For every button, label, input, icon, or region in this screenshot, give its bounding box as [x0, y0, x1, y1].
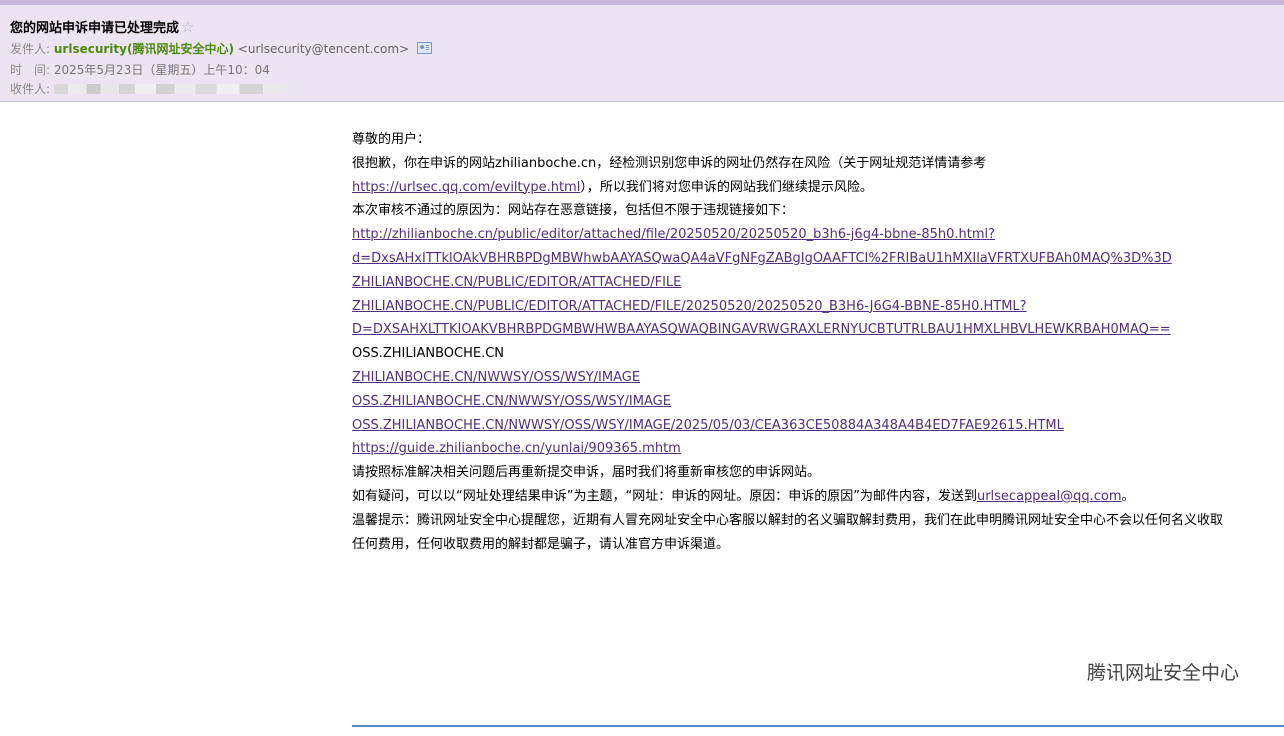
paragraph-1: 很抱歉，你在申诉的网站zhilianboche.cn，经检测识别您申诉的网址仍然… [352, 152, 1284, 176]
violation-link[interactable]: https://guide.zhilianboche.cn/yunlai/909… [352, 441, 681, 456]
instruction-text: 请按照标准解决相关问题后再重新提交申诉，届时我们将重新审核您的申诉网站。 [352, 465, 821, 481]
question-text: 如有疑问，可以以“网址处理结果申诉”为主题，“网址：申诉的网址。原因：申诉的原因… [352, 485, 1284, 509]
greeting: 尊敬的用户： [352, 132, 431, 147]
violation-link[interactable]: http://zhilianboche.cn/public/editor/att… [352, 227, 995, 242]
question-text-main: 如有疑问，可以以“网址处理结果申诉”为主题，“网址：申诉的网址。原因：申诉的原因… [352, 488, 977, 504]
time-label: 时 间: [10, 63, 51, 77]
sender-email: <urlsecurity@tencent.com> [237, 42, 410, 56]
appeal-email-link[interactable]: urlsecappeal@qq.com [977, 489, 1122, 504]
violation-link[interactable]: d=DxsAHxITTklOAkVBHRBPDgMBWhwbAAYASQwaQA… [352, 251, 1172, 266]
time-value: 2025年5月23日（星期五）上午10：04 [53, 63, 270, 77]
question-text-end: 。 [1121, 488, 1135, 504]
reason-text: 本次审核不通过的原因为：网站存在恶意链接，包括但不限于违规链接如下： [352, 203, 795, 219]
sender-org: (腾讯网址安全中心) [126, 42, 234, 56]
to-row: 收件人: [10, 81, 286, 97]
contact-card-icon[interactable] [416, 42, 432, 54]
mail-header: 您的网站申诉申请已处理完成 ☆ 发件人: urlsecurity(腾讯网址安全中心… [0, 5, 1284, 102]
warning-line-1: 温馨提示：腾讯网址安全中心提醒您，近期有人冒充网址安全中心客服以解封的名义骗取解… [352, 512, 1224, 528]
recipient-redacted [53, 84, 286, 94]
paragraph-1-text: 很抱歉，你在申诉的网站zhilianboche.cn，经检测识别您申诉的网址仍然… [352, 155, 987, 171]
from-label: 发件人: [10, 42, 51, 56]
violation-link[interactable]: OSS.ZHILIANBOCHE.CN/NWWSY/OSS/WSY/IMAGE/… [352, 418, 1064, 433]
from-row: 发件人: urlsecurity(腾讯网址安全中心) <urlsecurity@… [10, 41, 432, 57]
time-row: 时 间: 2025年5月23日（星期五）上午10：04 [10, 62, 270, 78]
subject-text: 您的网站申诉申请已处理完成 [10, 21, 180, 36]
violation-link[interactable]: ZHILIANBOCHE.CN/PUBLIC/EDITOR/ATTACHED/F… [352, 299, 1027, 314]
sender-name[interactable]: urlsecurity [54, 42, 127, 56]
violation-link[interactable]: D=DXSAHXLTTKIOAKVBHRBPDGMBWHWBAAYASQWAQB… [352, 322, 1171, 337]
violation-link[interactable]: ZHILIANBOCHE.CN/NWWSY/OSS/WSY/IMAGE [352, 370, 640, 385]
violation-link[interactable]: ZHILIANBOCHE.CN/PUBLIC/EDITOR/ATTACHED/F… [352, 275, 681, 290]
plain-domain: OSS.ZHILIANBOCHE.CN [352, 346, 505, 362]
violation-link[interactable]: OSS.ZHILIANBOCHE.CN/NWWSY/OSS/WSY/IMAGE [352, 394, 671, 409]
paragraph-1-tail: ），所以我们将对您申诉的网站我们继续提示风险。 [580, 179, 873, 195]
star-icon[interactable]: ☆ [181, 18, 194, 36]
eviltype-link[interactable]: https://urlsec.qq.com/eviltype.html [352, 180, 580, 195]
mail-subject: 您的网站申诉申请已处理完成 ☆ [10, 17, 194, 36]
footer-divider [352, 725, 1284, 727]
mail-body: 尊敬的用户： 很抱歉，你在申诉的网站zhilianboche.cn，经检测识别您… [352, 128, 1284, 556]
paragraph-1-cont: https://urlsec.qq.com/eviltype.html），所以我… [352, 176, 1284, 200]
signature: 腾讯网址安全中心 [1087, 662, 1240, 684]
to-label: 收件人: [10, 82, 51, 96]
warning-line-2: 任何费用，任何收取费用的解封都是骗子，请认准官方申诉渠道。 [352, 536, 730, 552]
